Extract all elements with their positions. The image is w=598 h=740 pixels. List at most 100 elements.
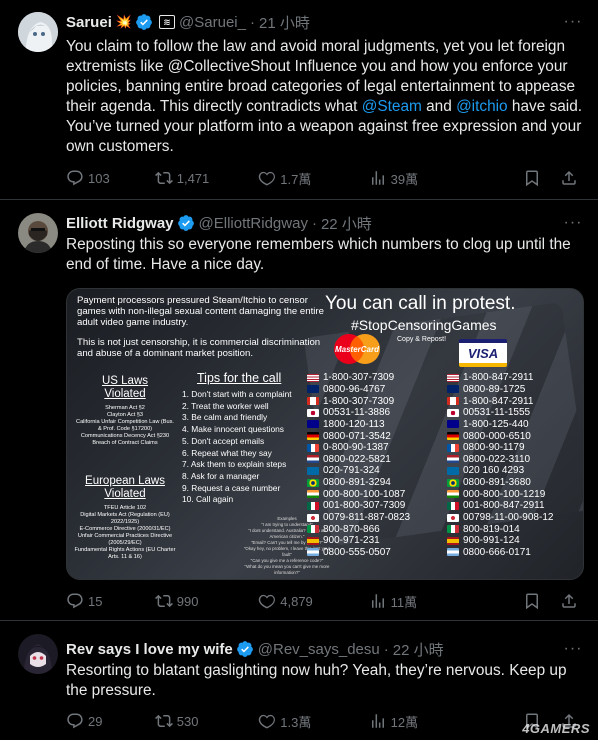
like-button[interactable]: 1.3萬 bbox=[258, 712, 368, 731]
tweet-image[interactable]: Payment processors pressured Steam/Itchi… bbox=[66, 288, 584, 580]
like-button[interactable]: 4,879 bbox=[258, 592, 368, 610]
separator: · bbox=[249, 13, 255, 31]
display-name[interactable]: Rev says I love my wife bbox=[66, 641, 233, 658]
handle[interactable]: @Rev_says_desu bbox=[258, 641, 380, 658]
flag-us-icon bbox=[447, 373, 459, 382]
timestamp[interactable]: 21 小時 bbox=[259, 12, 310, 33]
phone-number: 1-800-847-2911 bbox=[463, 372, 534, 384]
phone-number-row: 00798-11-00-908-12 bbox=[447, 512, 553, 524]
phone-number-row: 0800-666-0171 bbox=[447, 547, 553, 559]
phone-number: 1-800-125-440 bbox=[463, 418, 529, 430]
phone-number: 800-819-014 bbox=[463, 523, 520, 535]
retweet-icon bbox=[154, 714, 173, 728]
phone-number: 800-870-866 bbox=[323, 523, 380, 535]
more-options-icon[interactable]: ··· bbox=[562, 638, 584, 660]
phone-number: 001-800-307-7309 bbox=[323, 500, 406, 512]
retweet-icon bbox=[154, 171, 173, 185]
tweet-elliott-ridgway[interactable]: Elliott Ridgway @ElliottRidgway · 22 小時 … bbox=[0, 200, 598, 621]
flag-ar-icon bbox=[307, 548, 319, 557]
share-icon bbox=[562, 593, 577, 608]
flag-it-icon bbox=[447, 525, 459, 534]
reply-button[interactable]: 103 bbox=[66, 169, 155, 187]
phone-number: 900-991-124 bbox=[463, 535, 520, 547]
reply-button[interactable]: 29 bbox=[66, 712, 155, 730]
tweet-header: Saruei 💥 ≋ @Saruei_ · 21 小時 ··· bbox=[66, 11, 584, 33]
like-count: 1.3萬 bbox=[280, 714, 312, 730]
handle[interactable]: @ElliottRidgway bbox=[199, 215, 308, 232]
flag-au-icon bbox=[307, 420, 319, 429]
phone-number: 0800-022-3110 bbox=[463, 453, 531, 465]
us-laws-list: Sherman Act §2 Clayton Act §3 California… bbox=[76, 405, 174, 446]
flag-ca-icon bbox=[447, 397, 459, 406]
phone-number-row: 0800-022-3110 bbox=[447, 453, 553, 465]
phone-number-row: 0800-071-3542 bbox=[307, 430, 410, 442]
flag-de-icon bbox=[307, 432, 319, 441]
handle[interactable]: @Saruei_ bbox=[179, 14, 246, 31]
phone-number: 001-800-847-2911 bbox=[463, 500, 545, 512]
analytics-icon bbox=[371, 594, 384, 608]
flag-es-icon bbox=[447, 536, 459, 545]
bookmark-button[interactable] bbox=[523, 169, 547, 187]
watermark: 4GAMERS bbox=[522, 721, 590, 736]
more-options-icon[interactable]: ··· bbox=[562, 212, 584, 234]
timestamp[interactable]: 22 小時 bbox=[321, 213, 372, 234]
retweet-button[interactable]: 990 bbox=[154, 592, 259, 610]
verified-badge-icon bbox=[177, 215, 194, 231]
bookmark-button[interactable] bbox=[523, 592, 547, 610]
tips-list: 1. Don't start with a complaint 2. Treat … bbox=[182, 389, 292, 506]
phone-number: 900-971-231 bbox=[323, 535, 380, 547]
flag-jp-icon bbox=[307, 408, 319, 417]
avatar[interactable] bbox=[18, 634, 58, 674]
bookmark-icon bbox=[525, 593, 538, 610]
flag-es-icon bbox=[307, 536, 319, 545]
tweet-text-part: and bbox=[421, 98, 457, 115]
retweet-button[interactable]: 530 bbox=[154, 712, 259, 730]
visa-numbers: 1-800-847-2911 0800-89-1725 1-800-847-2911… bbox=[447, 372, 553, 558]
views-button[interactable]: 11萬 bbox=[369, 592, 507, 611]
phone-number-row: 1-800-125-440 bbox=[447, 419, 553, 431]
tweet-text: Reposting this so everyone remembers whi… bbox=[66, 236, 571, 273]
affiliate-badge-icon: ≋ bbox=[159, 15, 176, 29]
phone-number-row: 0800-89-1725 bbox=[447, 384, 553, 396]
phone-number-row: 0800-555-0507 bbox=[307, 547, 410, 559]
reply-count: 29 bbox=[88, 713, 103, 729]
avatar[interactable] bbox=[18, 12, 58, 52]
image-intro-text-2: This is not just censorship, it is comme… bbox=[77, 337, 321, 359]
phone-number-row: 0800-022-5821 bbox=[307, 453, 410, 465]
phone-number: 0-800-90-1387 bbox=[323, 442, 389, 454]
views-button[interactable]: 12萬 bbox=[369, 712, 507, 731]
image-intro-text: Payment processors pressured Steam/Itchi… bbox=[77, 295, 324, 328]
reply-icon bbox=[67, 593, 83, 609]
views-button[interactable]: 39萬 bbox=[369, 169, 507, 188]
phone-number: 00531-11-3886 bbox=[323, 407, 391, 419]
tip-item: 5. Don't accept emails bbox=[182, 435, 265, 446]
share-button[interactable] bbox=[560, 592, 584, 610]
tweet-header: Rev says I love my wife @Rev_says_desu ·… bbox=[66, 638, 584, 660]
phone-number: 0079-811-887-0823 bbox=[323, 512, 411, 523]
mastercard-numbers: 1-800-307-7309 0800-96-4767 1-800-307-7309… bbox=[307, 372, 410, 558]
display-name[interactable]: Elliott Ridgway bbox=[66, 215, 174, 232]
timestamp[interactable]: 22 小時 bbox=[393, 639, 444, 660]
phone-number-row: 1-800-847-2911 bbox=[447, 395, 553, 407]
avatar[interactable] bbox=[18, 213, 58, 253]
reply-count: 103 bbox=[88, 170, 110, 186]
retweet-count: 1,471 bbox=[176, 170, 210, 186]
phone-number: 0800-666-0171 bbox=[463, 546, 531, 558]
flag-nl-icon bbox=[307, 455, 319, 464]
retweet-count: 990 bbox=[176, 593, 199, 609]
like-button[interactable]: 1.7萬 bbox=[258, 169, 368, 188]
phone-number: 0800-891-3680 bbox=[463, 477, 531, 489]
tweet-saruei[interactable]: Saruei 💥 ≋ @Saruei_ · 21 小時 ··· You clai… bbox=[0, 0, 598, 200]
mention-link-steam[interactable]: @Steam bbox=[362, 98, 422, 115]
mention-link-itchio[interactable]: @itchio bbox=[456, 98, 508, 115]
tweet-rev-says[interactable]: Rev says I love my wife @Rev_says_desu ·… bbox=[0, 621, 598, 740]
more-options-icon[interactable]: ··· bbox=[562, 11, 584, 33]
verified-badge-icon bbox=[236, 641, 253, 657]
phone-number-row: 1-800-847-2911 bbox=[447, 372, 553, 384]
separator: · bbox=[311, 214, 317, 232]
flag-it-icon bbox=[307, 525, 319, 534]
retweet-button[interactable]: 1,471 bbox=[154, 169, 259, 187]
display-name[interactable]: Saruei bbox=[66, 14, 112, 31]
reply-button[interactable]: 15 bbox=[66, 592, 155, 610]
share-button[interactable] bbox=[560, 169, 584, 187]
